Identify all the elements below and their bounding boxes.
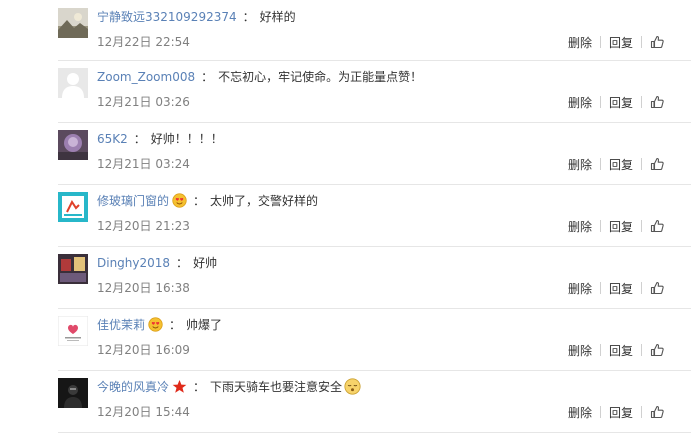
heart-eyes-icon bbox=[148, 317, 163, 332]
comment-text: 帅爆了 bbox=[186, 318, 223, 332]
comment-actions: 删除 回复 bbox=[568, 403, 664, 421]
comment-line: Dinghy2018 ： 好帅 bbox=[97, 254, 217, 272]
comment-text: 太帅了，交警好样的 bbox=[210, 194, 319, 208]
username-link[interactable]: 佳优茉莉 bbox=[97, 318, 145, 332]
reply-button[interactable]: 回复 bbox=[609, 342, 633, 359]
colon-separator: ： bbox=[133, 132, 146, 146]
action-divider bbox=[641, 36, 642, 48]
username-link[interactable]: 修玻璃门窗的 bbox=[97, 194, 169, 208]
comment-item: Zoom_Zoom008 ： 不忘初心，牢记使命。为正能量点赞！ 12月21日 03… bbox=[0, 60, 691, 123]
thumbs-up-icon[interactable] bbox=[650, 219, 664, 233]
reply-button[interactable]: 回复 bbox=[609, 34, 633, 51]
comment-item: 佳优茉莉 ： 帅爆了 12月20日 16:09 删除 回复 bbox=[0, 308, 691, 371]
avatar[interactable] bbox=[58, 378, 88, 408]
username-link[interactable]: 65K2 bbox=[97, 132, 128, 146]
comment-time: 12月20日 16:09 bbox=[97, 343, 190, 357]
comment-item: 65K2 ： 好帅！！！！ 12月21日 03:24 删除 回复 bbox=[0, 122, 691, 185]
comment-line: 修玻璃门窗的 ： 太帅了，交警好样的 bbox=[97, 192, 318, 210]
comment-actions: 删除 回复 bbox=[568, 279, 664, 297]
avatar[interactable] bbox=[58, 192, 88, 222]
username-link[interactable]: 宁静致远332109292374 bbox=[97, 10, 237, 24]
thumbs-up-icon[interactable] bbox=[650, 95, 664, 109]
action-divider bbox=[641, 96, 642, 108]
action-divider bbox=[641, 158, 642, 170]
comment-text: 不忘初心，牢记使命。为正能量点赞！ bbox=[218, 70, 423, 84]
thumbs-up-icon[interactable] bbox=[650, 281, 664, 295]
comment-item: 修玻璃门窗的 ： 太帅了，交警好样的 12月20日 21:23 删除 回复 bbox=[0, 184, 691, 247]
reply-button[interactable]: 回复 bbox=[609, 280, 633, 297]
comment-line: 今晚的风真冷 ： 下雨天骑车也要注意安全 bbox=[97, 378, 361, 396]
comment-item: Dinghy2018 ： 好帅 12月20日 16:38 删除 回复 bbox=[0, 246, 691, 309]
colon-separator: ： bbox=[242, 10, 255, 24]
avatar[interactable] bbox=[58, 316, 88, 346]
thumbs-up-icon[interactable] bbox=[650, 405, 664, 419]
avatar[interactable] bbox=[58, 130, 88, 160]
comment-actions: 删除 回复 bbox=[568, 33, 664, 51]
thumbs-up-icon[interactable] bbox=[650, 157, 664, 171]
colon-separator: ： bbox=[169, 318, 182, 332]
comment-list: 宁静致远332109292374：好样的 12月22日 22:54 删除 回复 … bbox=[0, 0, 691, 433]
delete-button[interactable]: 删除 bbox=[568, 342, 592, 359]
comment-time: 12月20日 15:44 bbox=[97, 405, 190, 419]
comment-time: 12月20日 21:23 bbox=[97, 219, 190, 233]
comment-actions: 删除 回复 bbox=[568, 155, 664, 173]
username-link[interactable]: 今晚的风真冷 bbox=[97, 380, 169, 394]
comment-item: 今晚的风真冷 ： 下雨天骑车也要注意安全 12月20日 15:44 删除 回复 bbox=[0, 370, 691, 433]
username-link[interactable]: Zoom_Zoom008 bbox=[97, 70, 195, 84]
avatar[interactable] bbox=[58, 8, 88, 38]
action-divider bbox=[599, 406, 601, 418]
comment-text: 好样的 bbox=[259, 10, 296, 24]
thumbs-up-icon[interactable] bbox=[650, 343, 664, 357]
comment-line: Zoom_Zoom008 ： 不忘初心，牢记使命。为正能量点赞！ bbox=[97, 68, 422, 86]
username-link[interactable]: Dinghy2018 bbox=[97, 256, 170, 270]
colon-separator: ： bbox=[193, 194, 206, 208]
delete-button[interactable]: 删除 bbox=[568, 156, 592, 173]
action-divider bbox=[599, 36, 601, 48]
action-divider bbox=[599, 344, 601, 356]
comment-line: 65K2 ： 好帅！！！！ bbox=[97, 130, 223, 148]
avatar[interactable] bbox=[58, 68, 88, 98]
comment-actions: 删除 回复 bbox=[568, 93, 664, 111]
action-divider bbox=[599, 158, 601, 170]
delete-button[interactable]: 删除 bbox=[568, 218, 592, 235]
delete-button[interactable]: 删除 bbox=[568, 34, 592, 51]
action-divider bbox=[641, 344, 642, 356]
reply-button[interactable]: 回复 bbox=[609, 218, 633, 235]
action-divider bbox=[599, 282, 601, 294]
comment-line: 佳优茉莉 ： 帅爆了 bbox=[97, 316, 222, 334]
action-divider bbox=[599, 220, 601, 232]
action-divider bbox=[641, 282, 642, 294]
comment-text: 下雨天骑车也要注意安全 bbox=[210, 380, 343, 394]
action-divider bbox=[599, 96, 601, 108]
comment-time: 12月21日 03:26 bbox=[97, 95, 190, 109]
comment-text: 好帅！！！！ bbox=[150, 132, 223, 146]
comment-actions: 删除 回复 bbox=[568, 217, 664, 235]
heart-eyes-icon bbox=[172, 193, 187, 208]
colon-separator: ： bbox=[193, 380, 206, 394]
colon-separator: ： bbox=[201, 70, 214, 84]
delete-button[interactable]: 删除 bbox=[568, 280, 592, 297]
reply-button[interactable]: 回复 bbox=[609, 404, 633, 421]
action-divider bbox=[641, 220, 642, 232]
avatar[interactable] bbox=[58, 254, 88, 284]
comment-line: 宁静致远332109292374 ： 好样的 bbox=[97, 8, 296, 26]
comment-time: 12月20日 16:38 bbox=[97, 281, 190, 295]
thumbs-up-icon[interactable] bbox=[650, 35, 664, 49]
reply-button[interactable]: 回复 bbox=[609, 156, 633, 173]
comment-time: 12月21日 03:24 bbox=[97, 157, 190, 171]
delete-button[interactable]: 删除 bbox=[568, 94, 592, 111]
action-divider bbox=[641, 406, 642, 418]
reply-button[interactable]: 回复 bbox=[609, 94, 633, 111]
delete-button[interactable]: 删除 bbox=[568, 404, 592, 421]
comment-text: 好帅 bbox=[193, 256, 218, 270]
red-star-icon bbox=[172, 379, 187, 394]
comment-item: 宁静致远332109292374 ： 好样的 12月22日 22:54 删除 回复 bbox=[0, 0, 691, 61]
comment-actions: 删除 回复 bbox=[568, 341, 664, 359]
colon-separator: ： bbox=[176, 256, 189, 270]
sleepy-face-icon bbox=[344, 378, 361, 395]
comment-time: 12月22日 22:54 bbox=[97, 35, 190, 49]
